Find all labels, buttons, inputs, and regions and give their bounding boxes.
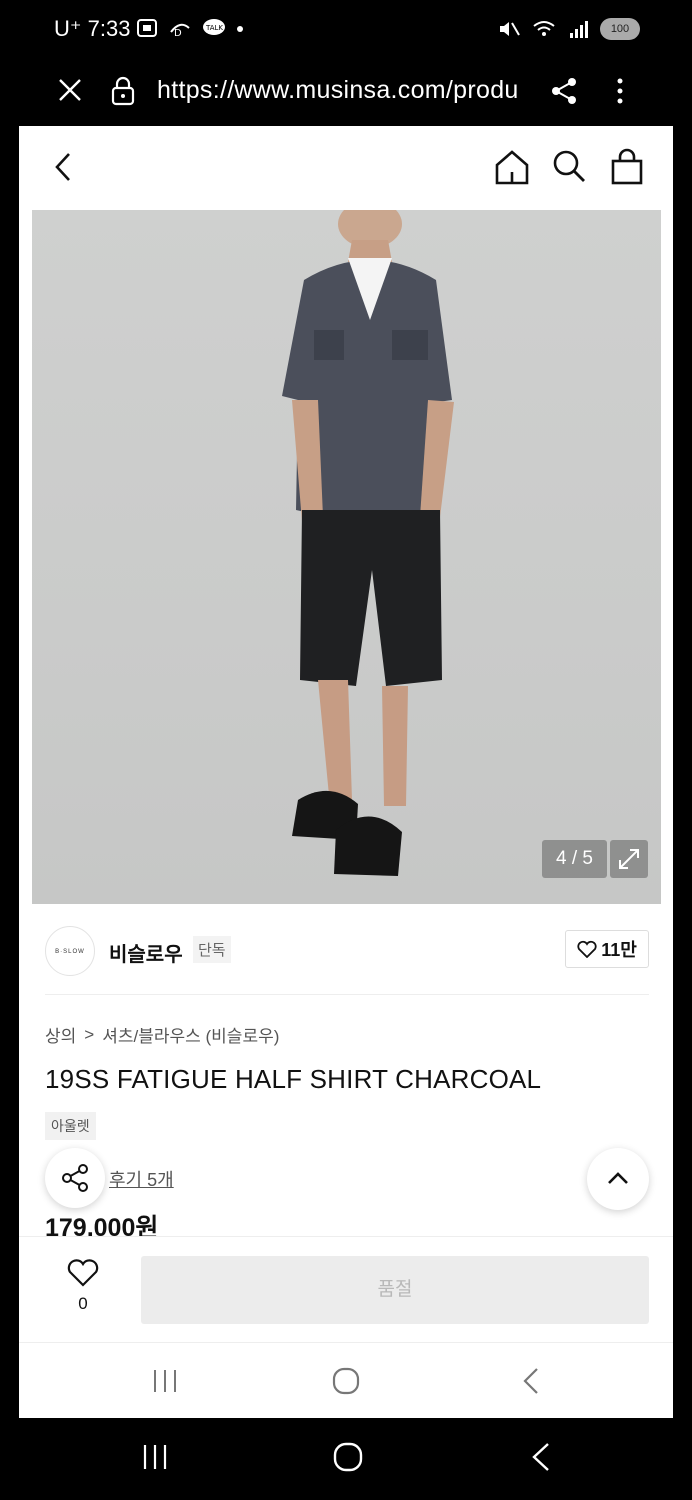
in-page-nav-bar	[19, 1342, 673, 1418]
brand-like-count: 11만	[601, 940, 637, 960]
product-photo	[282, 210, 454, 876]
home-icon	[495, 150, 529, 185]
share-page-button[interactable]	[550, 76, 578, 111]
system-nav-bar	[0, 1418, 692, 1500]
notification-icons: D TALK	[136, 18, 244, 38]
system-recents-button[interactable]	[140, 1442, 170, 1477]
close-tab-button[interactable]	[56, 76, 84, 109]
home-circle-icon	[332, 1367, 360, 1395]
url-field[interactable]: https://www.musinsa.com/produ	[157, 76, 527, 105]
signal-icon	[570, 21, 588, 38]
share-icon	[552, 78, 576, 104]
breadcrumb-subcategory[interactable]: 셔츠/블라우스 (비슬로우)	[102, 1022, 279, 1047]
system-icons: 100	[498, 18, 640, 40]
more-menu-button[interactable]	[610, 76, 630, 111]
svg-text:TALK: TALK	[205, 24, 223, 32]
chevron-left-icon	[532, 1443, 549, 1471]
web-page: 4 / 5 B·SLOW 비슬로우 단독 11만 상의 > 셔츠/블라우스 (비…	[19, 126, 673, 1418]
cart-button[interactable]	[609, 148, 645, 191]
heart-icon	[577, 940, 597, 958]
recents-icon	[143, 1445, 167, 1469]
lock-icon	[111, 76, 135, 106]
wifi-icon	[533, 21, 555, 36]
brand-logo[interactable]: B·SLOW	[45, 926, 95, 976]
svg-text:D: D	[174, 28, 182, 38]
purchase-bar: 0 품절	[19, 1236, 673, 1342]
heart-icon	[67, 1259, 99, 1287]
status-bar: U⁺ 7:33 D TALK 100	[0, 0, 692, 62]
screenshot-icon	[137, 19, 157, 37]
brand-row: B·SLOW 비슬로우 단독 11만	[19, 916, 673, 994]
product-image-gallery[interactable]: 4 / 5	[32, 210, 661, 904]
image-counter: 4 / 5	[542, 840, 607, 878]
status-time: U⁺ 7:33	[54, 16, 131, 41]
brand-like-button[interactable]: 11만	[565, 930, 649, 968]
site-header	[19, 126, 673, 210]
home-button[interactable]	[493, 148, 531, 191]
chevron-left-icon	[523, 1368, 538, 1394]
system-home-button[interactable]	[332, 1442, 364, 1477]
recents-icon	[154, 1370, 176, 1392]
mute-icon	[500, 22, 520, 36]
back-button[interactable]	[49, 150, 77, 189]
dot-icon	[237, 26, 243, 32]
share-product-button[interactable]	[45, 1148, 105, 1208]
chevron-left-icon	[55, 153, 70, 181]
wishlist-button[interactable]: 0	[63, 1257, 103, 1314]
site-info-button[interactable]	[110, 76, 136, 111]
disney-icon: D	[170, 23, 190, 38]
chevron-up-icon	[608, 1172, 628, 1184]
breadcrumb-separator: >	[84, 1024, 95, 1044]
outlet-tag: 아울렛	[45, 1112, 96, 1140]
search-button[interactable]	[551, 148, 587, 191]
talk-icon: TALK	[203, 19, 225, 35]
browser-url-bar: https://www.musinsa.com/produ	[0, 62, 692, 126]
search-icon	[553, 150, 585, 182]
expand-image-button[interactable]	[610, 840, 648, 878]
system-back-button[interactable]	[528, 1442, 554, 1477]
scroll-top-button[interactable]	[587, 1148, 649, 1210]
home-nav-button[interactable]	[331, 1367, 361, 1400]
shopping-bag-icon	[611, 148, 643, 185]
back-nav-button[interactable]	[519, 1367, 543, 1400]
breadcrumb: 상의 > 셔츠/블라우스 (비슬로우)	[45, 1022, 279, 1047]
share-icon	[62, 1164, 88, 1192]
brand-name[interactable]: 비슬로우	[109, 938, 183, 967]
reviews-link[interactable]: 후기 5개	[109, 1166, 174, 1192]
wishlist-count: 0	[78, 1294, 88, 1313]
exclusive-badge: 단독	[193, 936, 231, 963]
breadcrumb-category[interactable]: 상의	[45, 1022, 76, 1047]
soldout-button[interactable]: 품절	[141, 1256, 649, 1324]
battery-icon: 100	[600, 18, 640, 40]
divider	[45, 994, 649, 995]
expand-icon	[619, 849, 639, 869]
close-icon	[59, 79, 81, 101]
more-vert-icon	[617, 78, 623, 104]
home-circle-icon	[333, 1442, 363, 1472]
product-title: 19SS FATIGUE HALF SHIRT CHARCOAL	[45, 1064, 542, 1094]
recents-button[interactable]	[151, 1367, 179, 1400]
